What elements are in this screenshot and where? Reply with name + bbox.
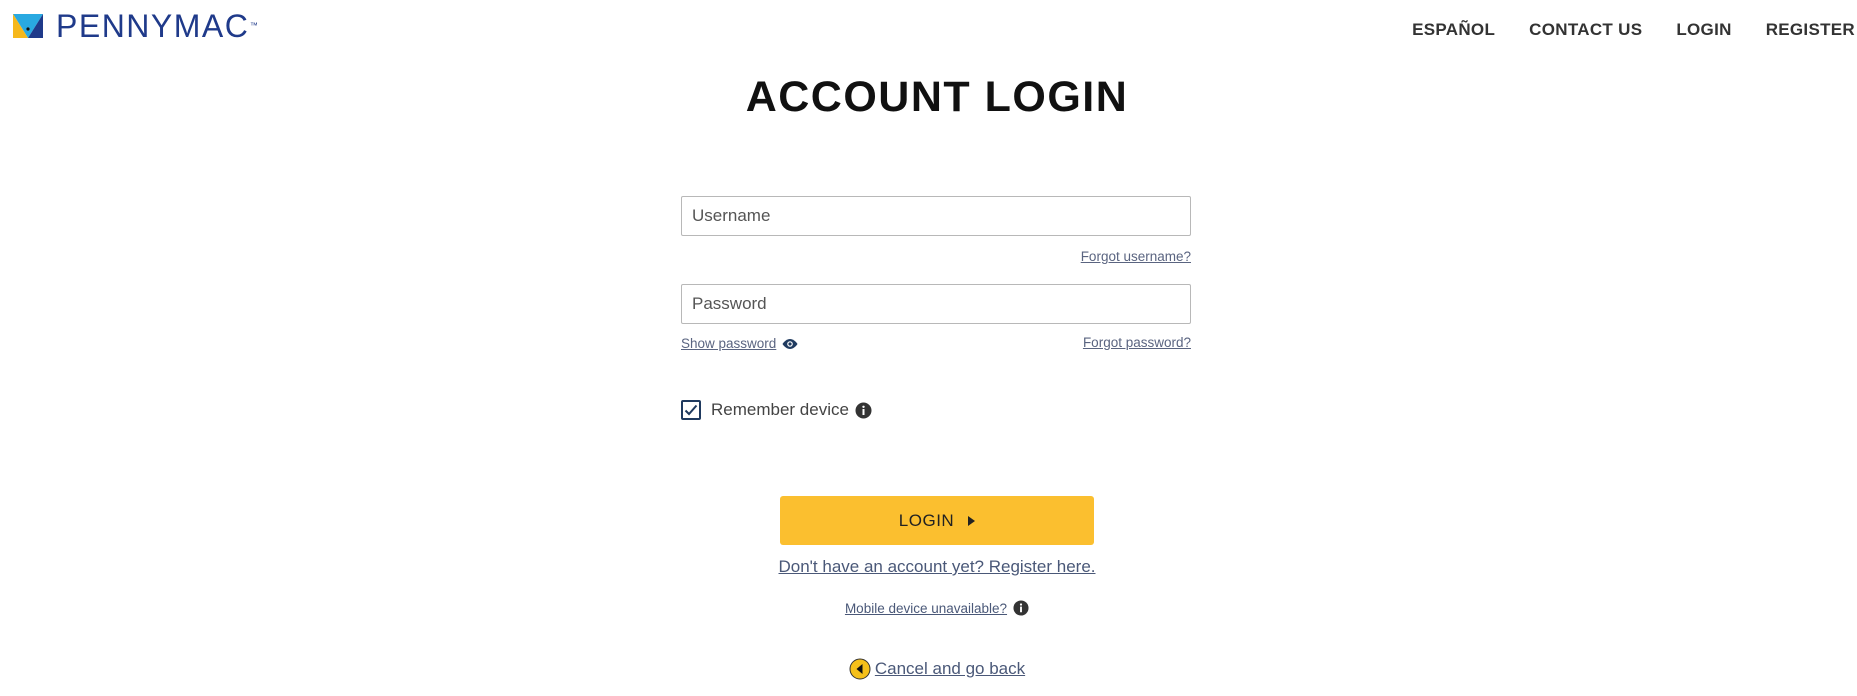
remember-device-label: Remember device [711, 400, 849, 419]
password-input[interactable] [681, 284, 1191, 324]
show-password-link[interactable]: Show password [681, 336, 799, 351]
nav-login-link[interactable]: LOGIN [1676, 20, 1731, 40]
caret-right-icon [968, 515, 976, 526]
mobile-unavailable-link[interactable]: Mobile device unavailable? [845, 601, 1007, 616]
nav-contact-link[interactable]: CONTACT US [1529, 20, 1642, 40]
info-icon[interactable] [1013, 600, 1029, 616]
top-nav: ESPAÑOL CONTACT US LOGIN REGISTER [1378, 20, 1857, 40]
nav-register-link[interactable]: REGISTER [1766, 20, 1855, 40]
back-arrow-icon[interactable] [849, 658, 871, 680]
remember-device-row: Remember device [681, 400, 872, 420]
header: PENNYMAC ™ ESPAÑOL CONTACT US LOGIN REGIS… [0, 0, 1857, 60]
pennymac-logo-icon [13, 14, 43, 38]
login-button[interactable]: LOGIN [780, 496, 1094, 545]
register-link-row: Don't have an account yet? Register here… [0, 557, 1857, 577]
show-password-label: Show password [681, 336, 777, 351]
eye-icon [782, 339, 798, 350]
register-link[interactable]: Don't have an account yet? Register here… [779, 557, 1096, 576]
page-title: ACCOUNT LOGIN [745, 73, 1129, 121]
username-input[interactable] [681, 196, 1191, 236]
mobile-unavailable-row: Mobile device unavailable? [0, 600, 1857, 616]
checkmark-icon [684, 404, 698, 416]
forgot-username-link[interactable]: Forgot username? [1081, 249, 1191, 264]
remember-device-checkbox[interactable] [681, 400, 701, 420]
brand-name: PENNYMAC ™ [56, 8, 260, 44]
logo[interactable]: PENNYMAC ™ [13, 8, 260, 44]
login-button-label: LOGIN [898, 510, 955, 530]
info-icon[interactable] [855, 402, 872, 419]
cancel-link[interactable]: Cancel and go back [875, 659, 1025, 679]
forgot-password-link[interactable]: Forgot password? [1083, 335, 1191, 350]
nav-espanol-link[interactable]: ESPAÑOL [1412, 20, 1495, 40]
cancel-row: Cancel and go back [0, 658, 1857, 680]
